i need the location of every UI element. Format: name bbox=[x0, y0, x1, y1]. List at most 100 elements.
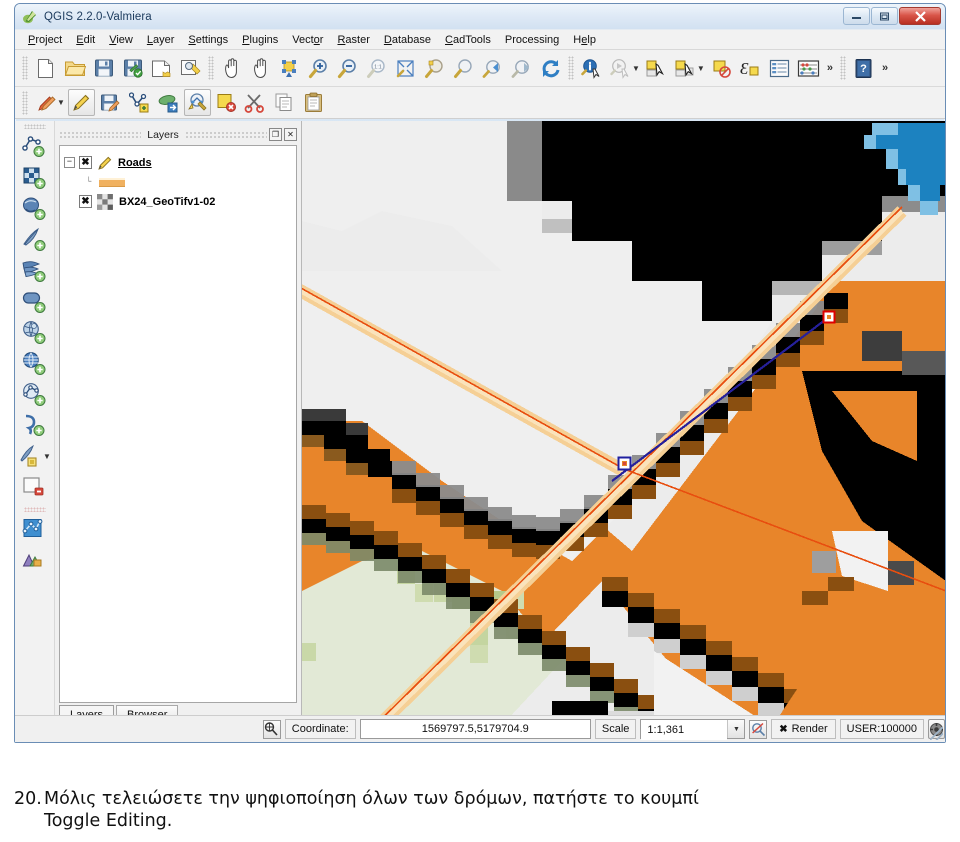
new-shapefile-layer-icon[interactable] bbox=[16, 441, 46, 472]
toggle-editing-icon[interactable] bbox=[67, 89, 95, 116]
digitizing-toolbar-grip[interactable] bbox=[22, 90, 28, 115]
chevron-down-icon-scale[interactable]: ▼ bbox=[727, 720, 745, 738]
add-vector-layer-icon[interactable] bbox=[20, 131, 50, 162]
add-wcs-layer-icon[interactable] bbox=[20, 348, 50, 379]
open-project-icon[interactable] bbox=[61, 55, 88, 82]
delete-selected-icon[interactable] bbox=[213, 89, 240, 116]
pan-map-icon[interactable] bbox=[247, 55, 274, 82]
panel-float-button[interactable]: ❐ bbox=[269, 128, 283, 141]
save-layer-edits-icon[interactable] bbox=[97, 89, 124, 116]
new-spatialite-layer-icon[interactable] bbox=[20, 514, 50, 545]
menu-plugins[interactable]: Plugins bbox=[235, 32, 285, 48]
vtoolbar-grip[interactable] bbox=[23, 124, 46, 129]
zoom-next-icon[interactable] bbox=[508, 55, 535, 82]
overflow-chevron-icon[interactable]: » bbox=[823, 62, 837, 74]
add-feature-icon[interactable] bbox=[126, 89, 153, 116]
add-spatialite-layer-icon[interactable] bbox=[20, 224, 50, 255]
toolbar-grip-4[interactable] bbox=[839, 56, 846, 80]
qgis-main-window: QGIS 2.2.0-Valmiera Project Edit View La… bbox=[14, 3, 946, 743]
menu-processing[interactable]: Processing bbox=[498, 32, 566, 48]
identify-features-icon[interactable] bbox=[578, 55, 605, 82]
add-raster-layer-icon[interactable] bbox=[20, 162, 50, 193]
map-canvas[interactable] bbox=[301, 121, 945, 727]
overflow-chevron-2-icon[interactable]: » bbox=[878, 62, 892, 74]
caption-line-1: Μόλις τελειώσετε την ψηφιοποίηση όλων τω… bbox=[44, 789, 699, 809]
new-project-icon[interactable] bbox=[32, 55, 59, 82]
toolbar-grip-2[interactable] bbox=[208, 56, 214, 80]
menu-raster[interactable]: Raster bbox=[330, 32, 376, 48]
menu-edit[interactable]: Edit bbox=[69, 32, 102, 48]
select-by-expression-icon[interactable] bbox=[708, 55, 735, 82]
vertex-end-selected bbox=[822, 310, 836, 324]
crs-status-label[interactable]: USER:100000 bbox=[839, 719, 924, 739]
vtoolbar-grip-2[interactable] bbox=[23, 507, 46, 512]
render-checkbox[interactable]: ✖ Render bbox=[771, 719, 836, 739]
zoom-out-icon[interactable] bbox=[334, 55, 361, 82]
add-wfs-layer-icon[interactable] bbox=[20, 379, 50, 410]
menu-vector[interactable]: Vector bbox=[285, 32, 330, 48]
add-wms-layer-icon[interactable] bbox=[20, 317, 50, 348]
menu-view[interactable]: View bbox=[102, 32, 140, 48]
current-edits-icon[interactable] bbox=[32, 89, 59, 116]
remove-layer-icon[interactable] bbox=[20, 472, 50, 503]
help-contents-icon[interactable]: ? bbox=[850, 55, 877, 82]
layer-visibility-checkbox-bx24[interactable]: ✖ bbox=[79, 195, 92, 208]
panel-drag-dots-right[interactable] bbox=[184, 130, 268, 139]
zoom-actual-size-icon[interactable]: 1:1 bbox=[363, 55, 390, 82]
add-oracle-layer-icon[interactable] bbox=[20, 286, 50, 317]
run-feature-action-icon[interactable] bbox=[607, 55, 634, 82]
refresh-icon[interactable] bbox=[537, 55, 564, 82]
layer-row-bx24[interactable]: ✖ BX24_GeoTifv1-02 bbox=[64, 191, 292, 212]
add-mssql-layer-icon[interactable] bbox=[20, 255, 50, 286]
menu-layer[interactable]: Layer bbox=[140, 32, 182, 48]
menu-cadtools[interactable]: CadTools bbox=[438, 32, 498, 48]
new-shapefile-layer-row: ▼ bbox=[15, 441, 55, 472]
zoom-full-icon[interactable] bbox=[392, 55, 419, 82]
new-print-composer-icon[interactable] bbox=[148, 55, 175, 82]
attribute-table-icon[interactable] bbox=[766, 55, 793, 82]
statistics-icon[interactable] bbox=[795, 55, 822, 82]
scale-combo[interactable]: 1:1,361 ▼ bbox=[640, 719, 746, 740]
layer-visibility-checkbox-roads[interactable]: ✖ bbox=[79, 156, 92, 169]
scale-value[interactable]: 1:1,361 bbox=[641, 720, 728, 740]
panel-close-button[interactable]: ✕ bbox=[284, 128, 298, 141]
coordinate-capture-icon[interactable] bbox=[263, 719, 281, 739]
toolbar-grip[interactable] bbox=[22, 56, 28, 80]
expander-roads[interactable]: − bbox=[64, 157, 75, 168]
cut-features-icon[interactable] bbox=[242, 89, 269, 116]
add-postgis-layer-icon[interactable] bbox=[20, 193, 50, 224]
select-features-icon[interactable] bbox=[643, 55, 670, 82]
zoom-to-selection-icon[interactable] bbox=[421, 55, 448, 82]
copy-features-icon[interactable] bbox=[271, 89, 298, 116]
menu-settings[interactable]: Settings bbox=[181, 32, 235, 48]
pan-to-selection-icon[interactable] bbox=[276, 55, 303, 82]
toolbar-grip-3[interactable] bbox=[568, 56, 574, 80]
zoom-to-layer-icon[interactable] bbox=[450, 55, 477, 82]
minimize-button[interactable] bbox=[843, 7, 870, 25]
zoom-last-icon[interactable] bbox=[479, 55, 506, 82]
close-button[interactable] bbox=[899, 7, 941, 25]
paste-features-icon[interactable] bbox=[300, 89, 327, 116]
save-project-icon[interactable] bbox=[90, 55, 117, 82]
style-manager-icon[interactable] bbox=[20, 545, 50, 576]
panel-drag-dots-left[interactable] bbox=[59, 130, 142, 139]
composer-manager-icon[interactable] bbox=[177, 55, 204, 82]
menu-database[interactable]: Database bbox=[377, 32, 438, 48]
magnifier-disabled-icon[interactable] bbox=[749, 719, 768, 739]
coordinate-value[interactable]: 1569797.5,5179704.9 bbox=[359, 719, 591, 739]
select-by-area-icon[interactable] bbox=[672, 55, 699, 82]
window-resize-grip[interactable] bbox=[930, 727, 943, 740]
save-project-as-icon[interactable] bbox=[119, 55, 146, 82]
node-tool-icon[interactable] bbox=[183, 89, 211, 116]
layers-tree[interactable]: − ✖ Roads └ ✖ BX24_GeoTifv1-02 bbox=[59, 145, 297, 703]
deselect-features-icon[interactable]: Ɛ bbox=[737, 55, 764, 82]
menu-help[interactable]: Help bbox=[566, 32, 603, 48]
add-delimited-text-icon[interactable] bbox=[20, 410, 50, 441]
menu-project[interactable]: Project bbox=[21, 32, 69, 48]
maximize-button[interactable] bbox=[871, 7, 898, 25]
layer-row-roads[interactable]: − ✖ Roads bbox=[64, 152, 292, 173]
zoom-in-icon[interactable] bbox=[305, 55, 332, 82]
touch-zoom-icon[interactable] bbox=[218, 55, 245, 82]
move-feature-icon[interactable] bbox=[155, 89, 182, 116]
layer-symbol-roads bbox=[99, 177, 125, 187]
